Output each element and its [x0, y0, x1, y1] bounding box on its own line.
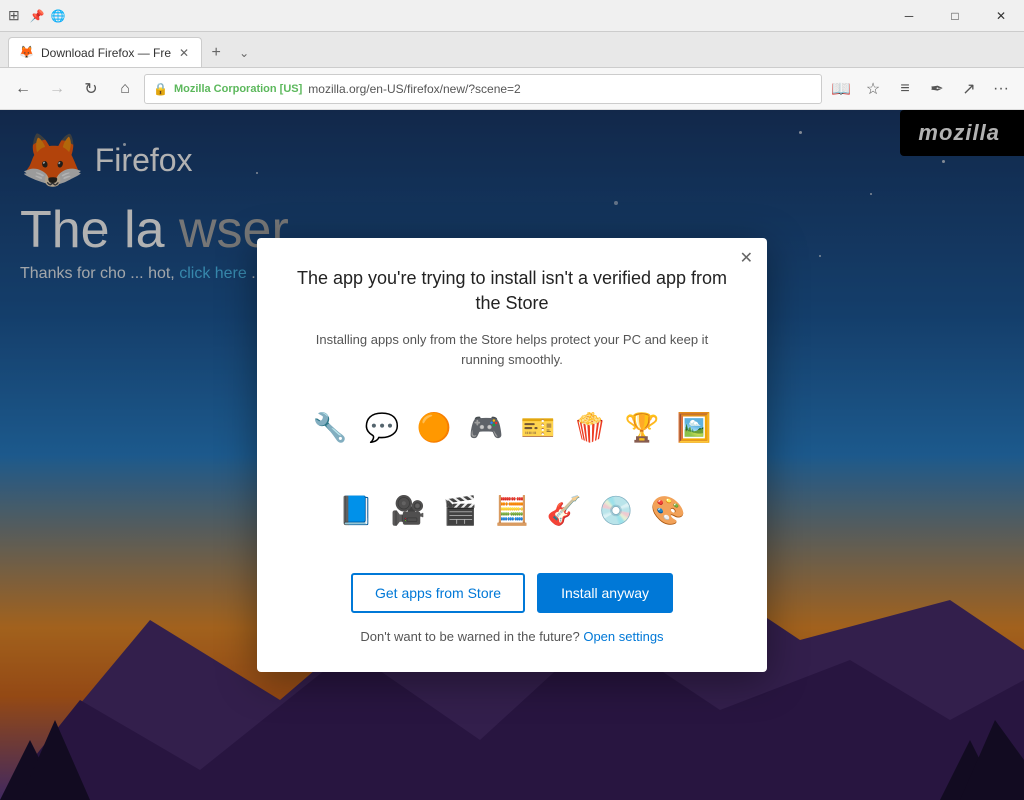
paint-icon: 🎨	[645, 488, 691, 534]
footer-text: Don't want to be warned in the future?	[360, 629, 579, 644]
app-icons-grid: 🔧💬🟠🎮🎫🍿🏆🖼️ 📘🎥🎬🧮🎸💿🎨	[293, 389, 731, 549]
reader-view-button[interactable]: 📖	[826, 74, 856, 104]
windows-icon: ⊞	[8, 7, 20, 24]
calculator-icon: 🧮	[489, 488, 535, 534]
browser-tab[interactable]: 🦊 Download Firefox — Fre ✕	[8, 37, 202, 67]
dialog-close-button[interactable]: ✕	[740, 248, 753, 268]
url-text: mozilla.org/en-US/firefox/new/?scene=2	[308, 82, 813, 96]
settings-button[interactable]: ≡	[890, 74, 920, 104]
back-button[interactable]: ←	[8, 74, 38, 104]
install-anyway-button[interactable]: Install anyway	[537, 573, 673, 613]
close-button[interactable]: ✕	[978, 0, 1024, 32]
app-icon: 📘	[333, 488, 379, 534]
gamepad-icon: 🎮	[463, 405, 509, 451]
edge-icon-small: 🌐	[51, 9, 66, 23]
tab-favicon: 🦊	[19, 45, 35, 61]
forward-button[interactable]: →	[42, 74, 72, 104]
minimize-button[interactable]: ─	[886, 0, 932, 32]
tools-icon: 🔧	[307, 405, 353, 451]
favorites-button[interactable]: ☆	[858, 74, 888, 104]
title-bar: ⊞ 📌 🌐 ─ □ ✕	[0, 0, 1024, 32]
refresh-button[interactable]: ↻	[76, 74, 106, 104]
dialog-subtitle: Installing apps only from the Store help…	[293, 330, 731, 369]
trophy-icon: 🏆	[619, 405, 665, 451]
tab-icon-small: 📌	[30, 9, 45, 23]
tab-close-button[interactable]: ✕	[177, 44, 191, 62]
disk-icon: 💿	[593, 488, 639, 534]
dialog-buttons: Get apps from Store Install anyway	[293, 573, 731, 613]
dialog-footer: Don't want to be warned in the future? O…	[293, 629, 731, 644]
navigation-bar: ← → ↻ ⌂ 🔒 Mozilla Corporation [US] mozil…	[0, 68, 1024, 110]
org-badge: Mozilla Corporation [US]	[174, 83, 302, 95]
tab-menu-button[interactable]: ⌄	[230, 39, 258, 67]
share-button[interactable]: ↗	[954, 74, 984, 104]
address-bar[interactable]: 🔒 Mozilla Corporation [US] mozilla.org/e…	[144, 74, 822, 104]
dialog-title: The app you're trying to install isn't a…	[293, 266, 731, 316]
tab-bar: 🦊 Download Firefox — Fre ✕ + ⌄	[0, 32, 1024, 68]
open-settings-link[interactable]: Open settings	[583, 629, 663, 644]
dialog-overlay: ✕ The app you're trying to install isn't…	[0, 110, 1024, 800]
guitar-icon: 🎸	[541, 488, 587, 534]
home-button[interactable]: ⌂	[110, 74, 140, 104]
camera-icon: 🎥	[385, 488, 431, 534]
nav-right-buttons: 📖 ☆ ≡ ✒ ↗ ···	[826, 74, 1016, 104]
ticket-icon: 🎫	[515, 405, 561, 451]
video-icon: 🎬	[437, 488, 483, 534]
tab-title: Download Firefox — Fre	[41, 46, 171, 60]
photos-icon: 🖼️	[671, 405, 717, 451]
get-apps-from-store-button[interactable]: Get apps from Store	[351, 573, 525, 613]
lock-icon: 🔒	[153, 82, 168, 96]
chat-icon: 💬	[359, 405, 405, 451]
new-tab-button[interactable]: +	[202, 39, 230, 67]
maximize-button[interactable]: □	[932, 0, 978, 32]
popcorn-icon: 🍿	[567, 405, 613, 451]
pen-button[interactable]: ✒	[922, 74, 952, 104]
ball-icon: 🟠	[411, 405, 457, 451]
title-controls: ─ □ ✕	[886, 0, 1024, 32]
title-bar-left: ⊞ 📌 🌐	[8, 7, 66, 24]
more-button[interactable]: ···	[986, 74, 1016, 104]
security-dialog: ✕ The app you're trying to install isn't…	[257, 238, 767, 672]
